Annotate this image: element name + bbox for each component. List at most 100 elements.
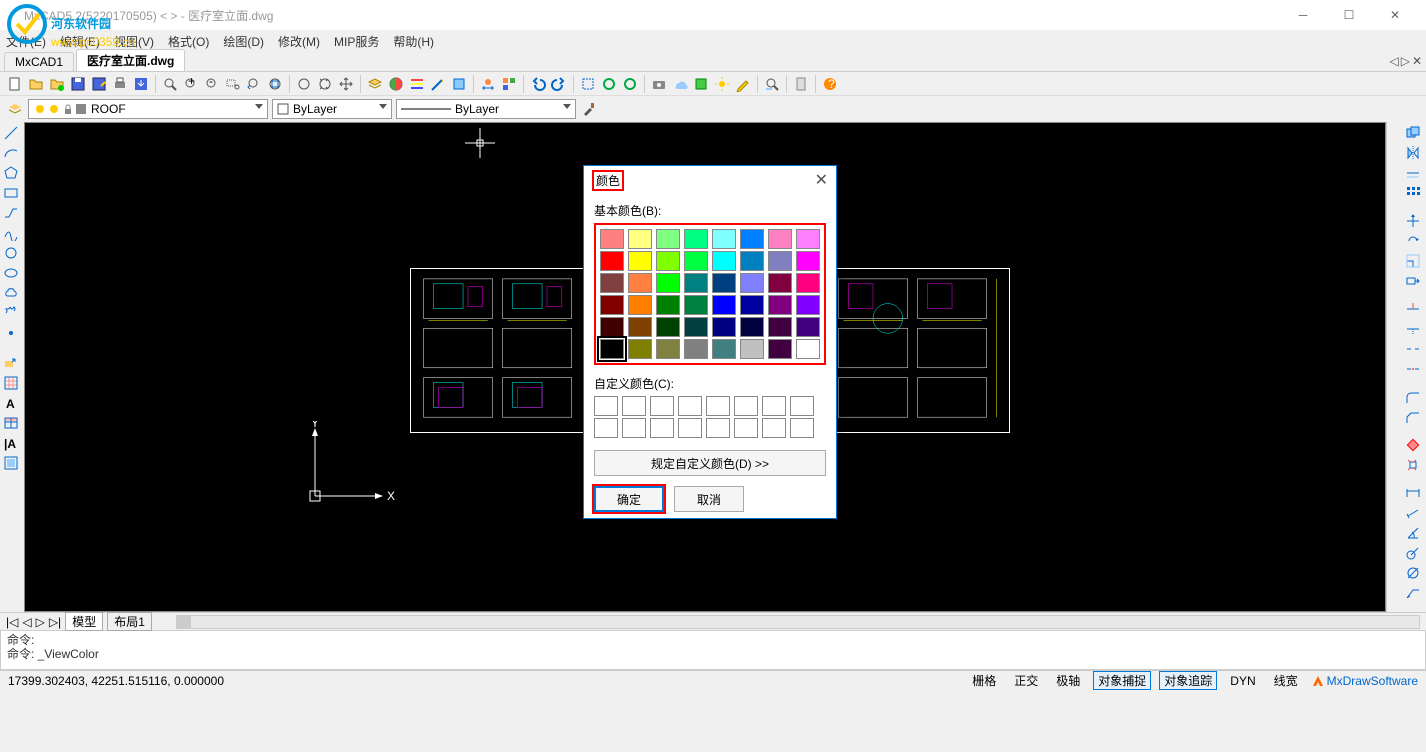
zoom-out-icon[interactable]: - [203,75,221,93]
brush-icon[interactable] [580,100,598,118]
cloud-icon[interactable] [671,75,689,93]
chamfer-icon[interactable] [1404,408,1422,426]
camera-icon[interactable] [650,75,668,93]
tab-next-icon[interactable]: ▷ [1401,54,1410,68]
point-icon[interactable] [2,324,20,342]
print-icon[interactable] [111,75,129,93]
regen-icon[interactable] [600,75,618,93]
menu-mxdraw[interactable]: MIP服务 [334,33,379,50]
dim-angular-icon[interactable] [1404,524,1422,542]
vertical-scrollbar[interactable] [1386,122,1402,612]
define-custom-button[interactable]: 规定自定义颜色(D) >> [594,450,826,476]
pan-realtime-icon[interactable] [337,75,355,93]
custom-swatch[interactable] [762,418,786,438]
table-icon[interactable] [2,414,20,432]
spline-icon[interactable] [2,224,20,242]
mirror-icon[interactable] [1404,144,1422,162]
color-swatch[interactable] [684,339,708,359]
dimstyle-icon[interactable] [479,75,497,93]
color-swatch[interactable] [600,251,624,271]
insert-icon[interactable] [2,354,20,372]
scale-icon[interactable] [1404,252,1422,270]
color-swatch[interactable] [796,229,820,249]
color-swatch[interactable] [684,295,708,315]
color-swatch[interactable] [600,339,624,359]
offset-icon[interactable] [1404,164,1422,182]
arc-icon[interactable] [2,144,20,162]
custom-swatch[interactable] [706,418,730,438]
color-swatch[interactable] [740,317,764,337]
custom-swatch[interactable] [678,418,702,438]
color-dropdown[interactable]: ByLayer [272,99,392,119]
line-icon[interactable] [2,124,20,142]
open2-icon[interactable] [48,75,66,93]
pline-icon[interactable] [2,204,20,222]
status-dyn[interactable]: DYN [1225,673,1260,689]
color-swatch[interactable] [656,295,680,315]
text-icon[interactable]: A [2,394,20,412]
revcloud-icon[interactable] [2,284,20,302]
dim-diameter-icon[interactable] [1404,564,1422,582]
save-icon[interactable] [69,75,87,93]
status-ortho[interactable]: 正交 [1009,671,1043,690]
color-swatch[interactable] [712,339,736,359]
hatch-icon[interactable] [2,374,20,392]
layer-dropdown[interactable]: ROOF [28,99,268,119]
color-swatch[interactable] [712,273,736,293]
color-swatch[interactable] [600,273,624,293]
new-icon[interactable] [6,75,24,93]
color-swatch[interactable] [768,317,792,337]
color-swatch[interactable] [656,339,680,359]
custom-swatch[interactable] [790,396,814,416]
cancel-button[interactable]: 取消 [674,486,744,512]
custom-swatch[interactable] [622,396,646,416]
zoom-icon[interactable] [161,75,179,93]
close-button[interactable]: ✕ [1372,0,1418,30]
calc-icon[interactable] [792,75,810,93]
color-swatch[interactable] [600,295,624,315]
color-swatch[interactable] [684,229,708,249]
dialog-close-icon[interactable]: ✕ [815,170,828,190]
zoom-extents-icon[interactable] [266,75,284,93]
rotate-icon[interactable] [1404,232,1422,250]
mtext-icon[interactable]: |A [2,434,20,452]
color-swatch[interactable] [796,317,820,337]
custom-swatch[interactable] [594,418,618,438]
status-otrack[interactable]: 对象追踪 [1159,671,1217,690]
menu-help[interactable]: 帮助(H) [393,33,434,50]
tab-model[interactable]: 模型 [65,612,103,631]
minimize-button[interactable]: ─ [1280,0,1326,30]
ok-button[interactable]: 确定 [594,486,664,512]
rectangle-icon[interactable] [2,184,20,202]
layer-icon[interactable] [366,75,384,93]
zoom-in-icon[interactable]: + [182,75,200,93]
color-swatch[interactable] [796,273,820,293]
saveas-icon[interactable] [90,75,108,93]
box-icon[interactable] [692,75,710,93]
custom-swatch[interactable] [706,396,730,416]
custom-swatch[interactable] [594,396,618,416]
color-swatch[interactable] [740,273,764,293]
color-icon[interactable] [387,75,405,93]
color-swatch[interactable] [740,295,764,315]
menu-modify[interactable]: 修改(M) [278,33,320,50]
explode-icon[interactable] [1404,456,1422,474]
lineweight-icon[interactable] [429,75,447,93]
ellipse-icon[interactable] [2,264,20,282]
color-swatch[interactable] [768,251,792,271]
break2-icon[interactable] [1404,360,1422,378]
tab-close-icon[interactable]: ✕ [1412,54,1422,68]
export-icon[interactable] [132,75,150,93]
tab-nav-prev[interactable]: ◁ [22,615,31,629]
dim-linear-icon[interactable] [1404,484,1422,502]
dim-aligned-icon[interactable] [1404,504,1422,522]
status-grid[interactable]: 栅格 [967,671,1001,690]
custom-swatch[interactable] [734,418,758,438]
color-swatch[interactable] [684,251,708,271]
color-swatch[interactable] [628,295,652,315]
color-swatch[interactable] [712,251,736,271]
color-swatch[interactable] [684,273,708,293]
color-swatch[interactable] [712,295,736,315]
color-swatch[interactable] [628,251,652,271]
tab-nav-first[interactable]: |◁ [6,615,18,629]
